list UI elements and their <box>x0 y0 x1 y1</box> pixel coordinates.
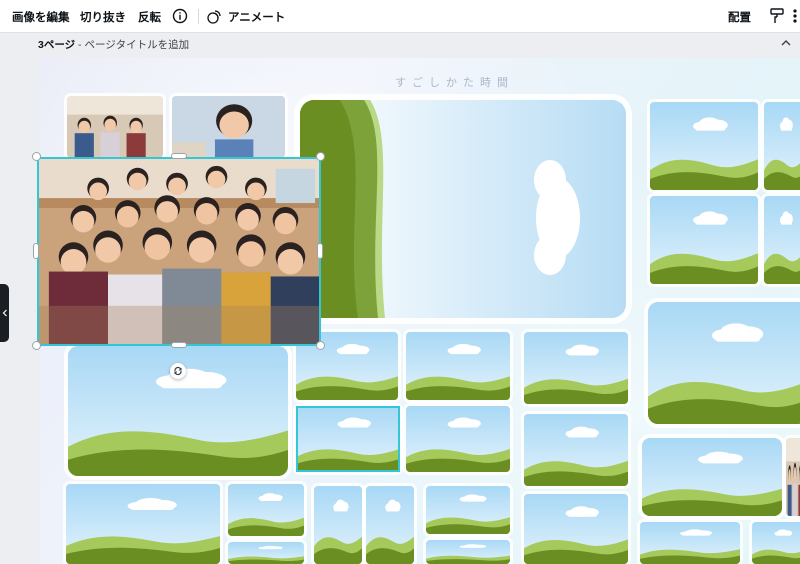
photo-placeholder <box>786 438 800 516</box>
landscape-placeholder <box>764 102 800 190</box>
landscape-placeholder <box>752 522 800 564</box>
photo-frame[interactable] <box>524 414 628 486</box>
landscape-placeholder <box>228 484 304 536</box>
contextual-toolbar: 画像を編集 切り抜き 反転 アニメート 配置 <box>0 0 800 33</box>
animate-button[interactable]: アニメート <box>228 0 285 33</box>
animate-icon[interactable] <box>207 8 223 24</box>
landscape-placeholder <box>314 486 362 564</box>
resize-handle-top-left[interactable] <box>32 152 41 161</box>
edit-image-button[interactable]: 画像を編集 <box>12 0 70 33</box>
resize-handle-top-right[interactable] <box>316 152 325 161</box>
resize-handle-left[interactable] <box>33 243 39 259</box>
landscape-placeholder <box>406 332 510 400</box>
landscape-placeholder <box>300 100 626 318</box>
chevron-left-icon <box>2 309 7 317</box>
photo-frame[interactable] <box>524 332 628 404</box>
photo-frame[interactable] <box>228 484 304 536</box>
resize-handle-top[interactable] <box>171 153 187 159</box>
flip-button[interactable]: 反転 <box>138 0 161 33</box>
more-options-icon[interactable] <box>792 8 798 24</box>
position-button[interactable]: 配置 <box>728 0 751 33</box>
landscape-placeholder <box>426 540 510 564</box>
photo-frame[interactable] <box>650 102 758 190</box>
chevron-up-icon[interactable] <box>780 38 792 48</box>
landscape-placeholder <box>366 486 414 564</box>
info-icon[interactable] <box>172 8 188 24</box>
landscape-placeholder <box>66 484 220 564</box>
rotate-handle[interactable] <box>170 363 186 379</box>
photo-frame[interactable] <box>406 332 510 400</box>
photo-frame[interactable] <box>366 486 414 564</box>
large-frame[interactable] <box>300 100 626 318</box>
landscape-placeholder <box>640 522 740 564</box>
photo-frame[interactable] <box>314 486 362 564</box>
page-header: 3ページ - ページタイトルを追加 <box>0 33 800 55</box>
children-photo <box>67 96 163 158</box>
photo-frame[interactable] <box>67 96 163 158</box>
toolbar-divider <box>198 9 199 24</box>
resize-handle-bottom[interactable] <box>171 342 187 348</box>
landscape-placeholder <box>426 486 510 534</box>
resize-handle-right[interactable] <box>317 243 323 259</box>
selected-image[interactable] <box>37 157 321 346</box>
photo-frame[interactable] <box>642 438 782 516</box>
child-portrait-photo <box>172 96 285 158</box>
photo-frame[interactable] <box>406 406 510 472</box>
photo-frame[interactable] <box>172 96 285 158</box>
landscape-placeholder <box>228 542 304 564</box>
crop-button[interactable]: 切り抜き <box>80 0 126 33</box>
landscape-placeholder <box>406 406 510 472</box>
group-children-photo <box>39 159 319 344</box>
photo-frame[interactable] <box>426 486 510 534</box>
photo-frame[interactable] <box>764 196 800 284</box>
resize-handle-bottom-left[interactable] <box>32 341 41 350</box>
rotate-icon <box>174 366 182 376</box>
photo-frame[interactable] <box>228 542 304 564</box>
photo-frame[interactable] <box>524 494 628 564</box>
photo-frame[interactable] <box>650 196 758 284</box>
photo-frame[interactable] <box>752 522 800 564</box>
page-number-label: 3ページ <box>38 39 76 51</box>
photo-frame[interactable] <box>786 438 800 516</box>
photo-frame[interactable] <box>426 540 510 564</box>
photo-frame[interactable] <box>640 522 740 564</box>
landscape-placeholder <box>650 196 758 284</box>
landscape-placeholder <box>650 102 758 190</box>
photo-frame[interactable] <box>66 484 220 564</box>
photo-frame[interactable] <box>648 302 800 424</box>
page-title[interactable]: 3ページ - ページタイトルを追加 <box>38 37 189 52</box>
landscape-placeholder <box>642 438 782 516</box>
hover-outline <box>296 406 400 472</box>
canvas-heading[interactable]: すごしかた時間 <box>395 74 514 90</box>
landscape-placeholder <box>524 414 628 486</box>
landscape-placeholder <box>524 494 628 564</box>
page-title-placeholder[interactable]: ページタイトルを追加 <box>84 39 189 51</box>
landscape-placeholder <box>764 196 800 284</box>
photo-frame[interactable] <box>764 102 800 190</box>
landscape-placeholder <box>524 332 628 404</box>
side-panel-toggle[interactable] <box>0 284 9 342</box>
landscape-placeholder <box>648 302 800 424</box>
copy-style-icon[interactable] <box>770 8 784 24</box>
resize-handle-bottom-right[interactable] <box>316 341 325 350</box>
